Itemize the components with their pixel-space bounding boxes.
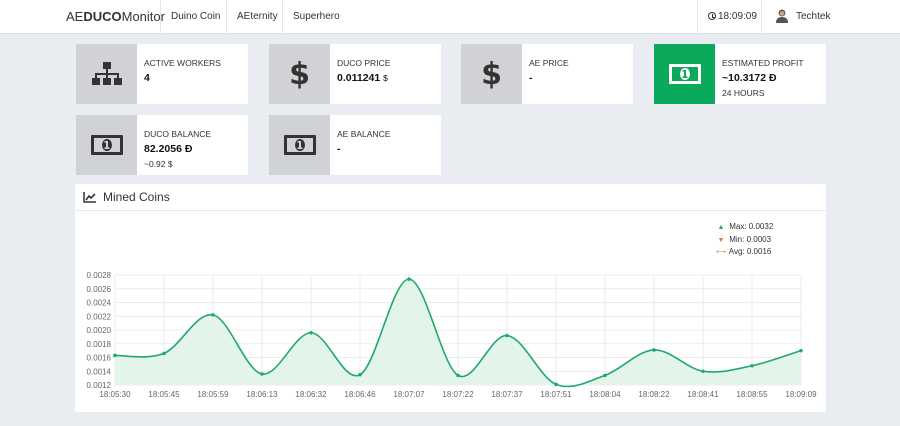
card-label: DUCO PRICE — [337, 58, 391, 68]
y-tick-label: 0.0022 — [87, 312, 112, 321]
user-menu[interactable]: Techtek — [761, 0, 841, 34]
card-sub: 24 HOURS — [722, 88, 765, 98]
avatar — [776, 9, 788, 23]
user-name: Techtek — [796, 11, 831, 22]
card-icon-box — [76, 115, 137, 175]
data-point — [603, 373, 607, 378]
card-value: - — [337, 143, 341, 155]
x-tick-label: 18:06:32 — [295, 390, 327, 399]
y-tick-label: 0.0024 — [87, 299, 112, 308]
y-tick-label: 0.0016 — [87, 354, 112, 363]
clock-icon — [708, 12, 716, 20]
x-tick-label: 18:07:22 — [442, 390, 474, 399]
data-point — [211, 313, 215, 317]
brand-logo[interactable]: AEDUCOMonitor — [66, 0, 165, 34]
card-label: ESTIMATED PROFIT — [722, 58, 804, 68]
card-sub: ~0.92 $ — [144, 159, 173, 169]
x-tick-label: 18:09:09 — [785, 390, 817, 399]
data-point — [456, 373, 460, 378]
x-tick-label: 18:07:07 — [393, 390, 425, 399]
card-value: - — [529, 72, 533, 84]
mined-coins-chart: 0.0012 0.0014 0.0016 0.0018 0.0020 0.0022 0.00… — [87, 271, 818, 399]
dollar-icon: $ — [481, 56, 502, 92]
card-duco-price: $ DUCO PRICE 0.011241 $ — [269, 44, 441, 104]
data-point — [407, 277, 411, 281]
x-tick-label: 18:05:45 — [148, 390, 180, 399]
y-tick-label: 0.0018 — [87, 340, 112, 349]
x-tick-label: 18:05:59 — [197, 390, 229, 399]
x-tick-label: 18:08:22 — [638, 390, 670, 399]
card-ae-balance: AE BALANCE - — [269, 115, 441, 175]
card-icon-box: $ — [461, 44, 522, 104]
card-estimated-profit: ESTIMATED PROFIT ~10.3172 Ɖ 24 HOURS — [654, 44, 826, 104]
x-tick-label: 18:06:46 — [344, 390, 376, 399]
navbar: AEDUCOMonitor Duino Coin AEternity Super… — [0, 0, 900, 34]
y-tick-label: 0.0014 — [87, 367, 112, 376]
data-point — [309, 330, 313, 335]
x-tick-label: 18:06:13 — [246, 390, 278, 399]
clock-time: 18:09:09 — [718, 11, 757, 22]
data-point — [701, 369, 705, 374]
card-label: DUCO BALANCE — [144, 129, 212, 139]
nav-link-duino-coin[interactable]: Duino Coin — [160, 0, 230, 34]
x-tick-label: 18:08:41 — [687, 390, 719, 399]
card-active-workers: ACTIVE WORKERS 4 — [76, 44, 248, 104]
card-icon-box — [76, 44, 137, 104]
x-tick-label: 18:07:51 — [540, 390, 572, 399]
data-point — [260, 372, 264, 376]
x-tick-label: 18:08:55 — [736, 390, 768, 399]
x-tick-label: 18:07:37 — [491, 390, 523, 399]
nav-link-aeternity[interactable]: AEternity — [226, 0, 288, 34]
money-icon — [668, 64, 701, 84]
x-tick-label: 18:08:04 — [589, 390, 621, 399]
card-duco-balance: DUCO BALANCE 82.2056 Ɖ ~0.92 $ — [76, 115, 248, 175]
y-tick-label: 0.0012 — [87, 381, 112, 390]
nav-link-superhero[interactable]: Superhero — [282, 0, 350, 34]
clock-display: 18:09:09 — [697, 0, 761, 34]
mined-coins-panel: Mined Coins ▲ Max: 0.0032 ▼ Min: 0.0003 … — [75, 184, 826, 412]
card-label: ACTIVE WORKERS — [144, 58, 221, 68]
y-tick-label: 0.0026 — [87, 285, 112, 294]
card-value: 4 — [144, 72, 150, 84]
data-point — [750, 363, 754, 368]
card-value: 82.2056 Ɖ — [144, 143, 193, 155]
data-point — [358, 372, 362, 377]
card-icon-box — [654, 44, 715, 104]
money-icon — [283, 135, 316, 155]
data-point — [162, 351, 166, 356]
y-tick-label: 0.0028 — [87, 271, 112, 280]
data-point — [652, 348, 656, 352]
data-point — [554, 382, 558, 387]
x-tick-label: 18:05:30 — [99, 390, 131, 399]
card-value: 0.011241 $ — [337, 72, 388, 84]
data-point — [505, 333, 509, 338]
card-icon-box: $ — [269, 44, 330, 104]
card-label: AE BALANCE — [337, 129, 391, 139]
data-point — [113, 353, 117, 358]
y-tick-label: 0.0020 — [87, 326, 112, 335]
dollar-icon: $ — [289, 56, 310, 92]
card-ae-price: $ AE PRICE - — [461, 44, 633, 104]
sitemap-icon — [91, 62, 122, 85]
card-value: ~10.3172 Ɖ — [722, 72, 777, 84]
money-icon — [90, 135, 123, 155]
card-label: AE PRICE — [529, 58, 569, 68]
card-icon-box — [269, 115, 330, 175]
data-point — [799, 348, 803, 353]
